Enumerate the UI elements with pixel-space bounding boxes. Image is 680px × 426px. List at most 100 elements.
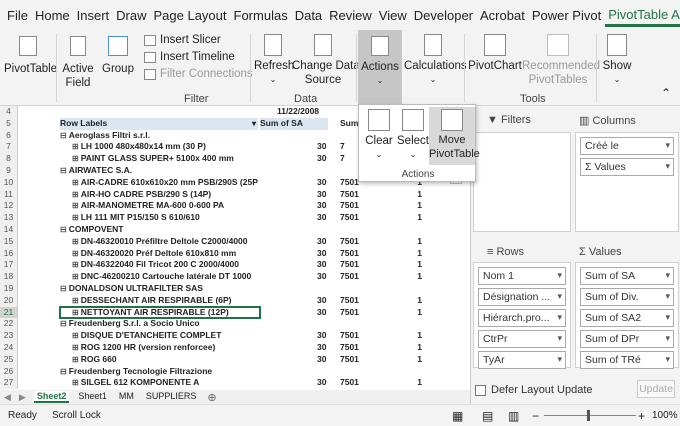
value-cell[interactable]: 30 [260, 200, 328, 212]
ribbon-tab-acrobat[interactable]: Acrobat [477, 8, 528, 23]
value-cell[interactable]: Sum of SA [260, 117, 328, 130]
expand-icon[interactable]: ⊞ [72, 260, 79, 269]
row-label-cell[interactable]: ⊞ LH 1000 480x480x14 mm (30 P) [60, 141, 258, 153]
collapse-icon[interactable]: ⊟ [60, 225, 67, 234]
expand-icon[interactable]: ⊞ [72, 237, 79, 246]
value-cell[interactable]: 30 [260, 189, 328, 201]
row-number[interactable]: 21 [0, 306, 18, 319]
page-layout-view-icon[interactable]: ▤ [482, 409, 493, 423]
sheet-tab-mm[interactable]: MM [116, 391, 137, 403]
collapse-icon[interactable]: ⊟ [60, 284, 67, 293]
row-number[interactable]: 17 [0, 259, 18, 272]
table-row[interactable]: 17 ⊞ DN-46322040 Fil Tricot 200 C 2000/400… [0, 259, 470, 272]
pivotchart-button[interactable]: PivotChart [468, 34, 522, 73]
show-button[interactable]: Show ⌄ [600, 34, 634, 87]
row-number[interactable]: 7 [0, 141, 18, 154]
field-item[interactable]: Sum of DPr ▾ [580, 330, 674, 348]
field-item[interactable]: Nom 1 ▾ [478, 267, 566, 285]
move-pivottable-button[interactable]: Move PivotTable [429, 107, 480, 165]
value-cell[interactable]: 1 [400, 236, 422, 248]
value-cell[interactable]: 30 [260, 141, 328, 153]
value-cell[interactable]: 7501 [340, 259, 370, 271]
value-cell[interactable]: 7501 [340, 236, 370, 248]
row-label-cell[interactable]: ⊟ Freudenberg Tecnologie Filtrazione [60, 366, 258, 378]
field-dropdown-icon[interactable]: ▾ [557, 270, 562, 281]
value-cell[interactable]: 1 [400, 342, 422, 354]
row-label-cell[interactable]: Row Labels ▾ [60, 117, 258, 130]
columns-drop-area[interactable]: Créé le ▾ Σ Values ▾ [575, 132, 679, 232]
ribbon-tab-insert[interactable]: Insert [74, 8, 113, 23]
table-row[interactable]: 26 ⊟ Freudenberg Tecnologie Filtrazione [0, 365, 470, 378]
row-label-cell[interactable]: ⊞ AIR-HO CADRE PSB/290 S (14P) [60, 189, 258, 201]
row-label-cell[interactable]: ⊞ DN-46322040 Fil Tricot 200 C 2000/4000 [60, 259, 258, 271]
value-cell[interactable]: 7501 [340, 248, 370, 260]
field-item[interactable]: Sum of SA ▾ [580, 267, 674, 285]
ribbon-tab-data[interactable]: Data [292, 8, 325, 23]
value-cell[interactable]: 1 [400, 330, 422, 342]
recommended-pivottables-button[interactable]: Recommended PivotTables [522, 34, 600, 87]
value-cell[interactable]: 30 [260, 295, 328, 307]
collapse-ribbon-icon[interactable]: ⌃ [658, 86, 674, 100]
row-label-cell[interactable]: ⊞ SILGEL 612 KOMPONENTE A [60, 377, 258, 389]
field-dropdown-icon[interactable]: ▾ [665, 161, 670, 172]
value-cell[interactable]: 1 [400, 248, 422, 260]
value-cell[interactable]: 30 [260, 236, 328, 248]
sheet-tab-sheet2[interactable]: Sheet2 [33, 391, 70, 403]
field-item[interactable]: Sum of Div. ▾ [580, 288, 674, 306]
table-row[interactable]: 12 ⊞ AIR-MANOMETRE MA-600 0-600 PA 30 7501 1 [0, 200, 470, 213]
row-label-cell[interactable]: ⊞ AIR-MANOMETRE MA-600 0-600 PA [60, 200, 258, 212]
ribbon-tab-view[interactable]: View [376, 8, 410, 23]
defer-checkbox[interactable] [475, 384, 486, 396]
row-label-cell[interactable]: ⊞ PAINT GLASS SUPER+ 5100x 400 mm [60, 153, 258, 165]
normal-view-icon[interactable]: ▦ [452, 409, 463, 423]
collapse-icon[interactable]: ⊟ [60, 131, 67, 140]
ribbon-tab-pivottable-analyze[interactable]: PivotTable Analyze [605, 7, 680, 27]
field-dropdown-icon[interactable]: ▾ [665, 312, 670, 323]
row-number[interactable]: 18 [0, 271, 18, 283]
value-cell[interactable]: 30 [260, 271, 328, 283]
table-row[interactable]: 14 ⊟ COMPOVENT [0, 224, 470, 236]
value-cell[interactable]: 7501 [340, 307, 370, 319]
field-item[interactable]: Σ Values ▾ [580, 158, 674, 176]
value-cell[interactable]: 30 [260, 330, 328, 342]
filters-drop-area[interactable] [473, 132, 571, 232]
table-row[interactable]: 27 ⊞ SILGEL 612 KOMPONENTE A 30 7501 1 [0, 377, 470, 390]
row-number[interactable]: 20 [0, 294, 18, 307]
expand-icon[interactable]: ⊞ [72, 296, 79, 305]
row-label-cell[interactable]: ⊟ Freudenberg S.r.l. a Socio Unico [60, 318, 258, 330]
zoom-out-icon[interactable]: − [532, 409, 539, 423]
row-number[interactable]: 10 [0, 176, 18, 189]
row-label-cell[interactable]: ⊞ AIR-CADRE 610x610x20 mm PSB/290S (25P) [60, 177, 258, 189]
row-number[interactable]: 19 [0, 283, 18, 295]
field-item[interactable]: Désignation ... ▾ [478, 288, 566, 306]
table-row[interactable]: 15 ⊞ DN-46320010 Préfiltre Deltole C2000/4… [0, 235, 470, 248]
row-label-cell[interactable]: ⊟ AIRWATEC S.A. [60, 165, 258, 177]
value-cell[interactable]: 30 [260, 307, 328, 319]
value-cell[interactable]: 30 [260, 259, 328, 271]
value-cell[interactable]: 7501 [340, 200, 370, 212]
row-number[interactable]: 27 [0, 377, 18, 390]
row-number[interactable]: 5 [0, 117, 18, 130]
table-row[interactable]: 18 ⊞ DNC-46200210 Cartouche latérale DT 10… [0, 271, 470, 283]
row-number[interactable]: 22 [0, 318, 18, 331]
value-cell[interactable]: 7501 [340, 342, 370, 354]
table-row[interactable]: 23 ⊞ DISQUE D'ETANCHEITE COMPLET 30 7501 1 [0, 330, 470, 342]
value-cell[interactable]: 1 [400, 259, 422, 271]
expand-icon[interactable]: ⊞ [72, 190, 79, 199]
value-cell[interactable]: 30 [260, 177, 328, 189]
group-button[interactable]: Group [100, 36, 136, 76]
expand-icon[interactable]: ⊞ [72, 142, 79, 151]
row-label-cell[interactable]: ⊞ ROG 1200 HR (version renforcee) [60, 342, 258, 354]
sheet-tab-suppliers[interactable]: SUPPLIERS [143, 391, 200, 403]
expand-icon[interactable]: ⊞ [72, 178, 79, 187]
value-cell[interactable]: 30 [260, 342, 328, 354]
field-dropdown-icon[interactable]: ▾ [665, 270, 670, 281]
sheet-scroll-right-icon[interactable]: ▶ [19, 392, 26, 403]
row-number[interactable]: 14 [0, 224, 18, 236]
value-cell[interactable]: 7501 [340, 377, 370, 389]
table-row[interactable]: 25 ⊞ ROG 660 30 7501 1 [0, 353, 470, 366]
row-number[interactable]: 25 [0, 353, 18, 366]
value-cell[interactable]: 1 [400, 200, 422, 212]
ribbon-tab-page-layout[interactable]: Page Layout [151, 8, 230, 23]
table-row[interactable]: 20 ⊞ DESSECHANT AIR RESPIRABLE (6P) 30 7501 1 [0, 294, 470, 307]
